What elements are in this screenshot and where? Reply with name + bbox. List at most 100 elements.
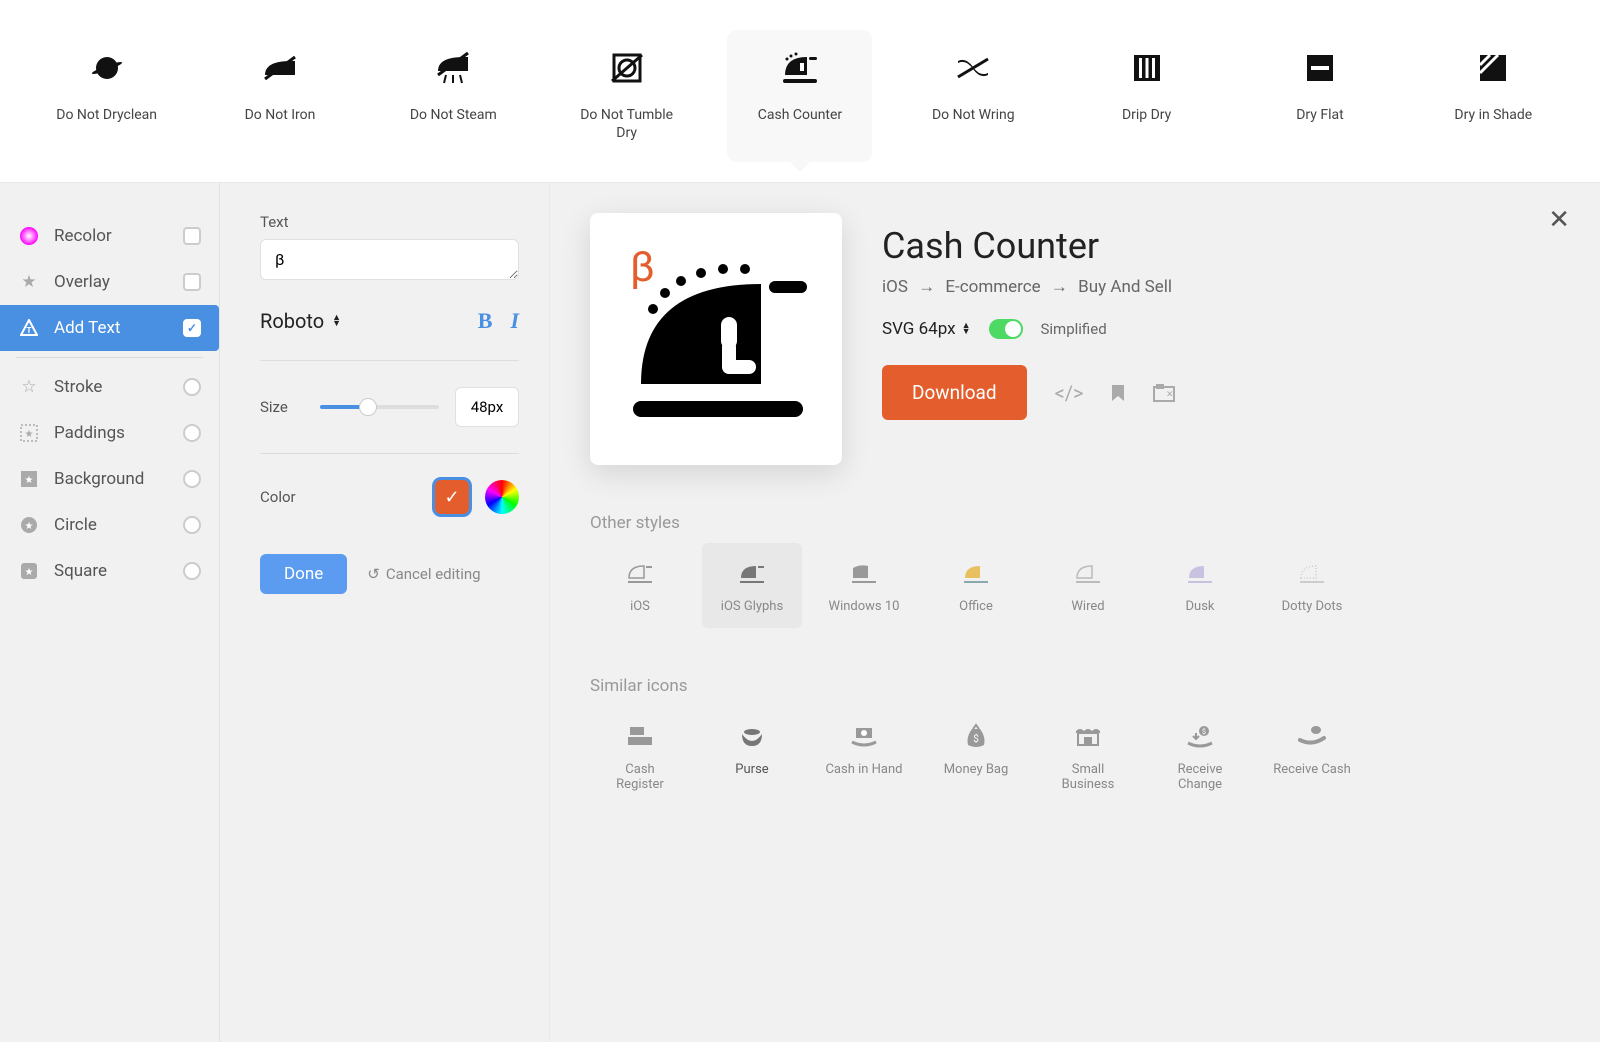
breadcrumb: iOS → E-commerce → Buy And Sell [882,277,1560,297]
select-arrows-icon: ▲▼ [332,315,341,327]
preview-overlay-text: β [630,243,655,292]
top-icon-do-not-tumble-dry[interactable]: Do Not Tumble Dry [554,30,699,162]
sidebar-item-recolor[interactable]: Recolor [0,213,219,259]
top-icon-dry-in-shade[interactable]: Dry in Shade [1421,30,1566,162]
separator [260,453,519,454]
style-label: Windows 10 [829,599,900,614]
radio[interactable] [183,562,201,580]
circle-icon: ★ [18,514,40,536]
similar-icon [850,720,878,752]
similar-small-business[interactable]: Small Business [1038,706,1138,806]
svg-text:$: $ [1202,728,1206,736]
style-ios[interactable]: iOS [590,543,690,628]
sidebar-item-label: Recolor [54,226,112,246]
top-icon-cash-counter[interactable]: Cash Counter [727,30,872,162]
bookmark-icon[interactable] [1111,384,1125,402]
style-ios-glyphs[interactable]: iOS Glyphs [702,543,802,628]
square-icon: ★ [18,560,40,582]
size-input[interactable] [455,387,519,427]
checkbox[interactable] [183,227,201,245]
sidebar-item-square[interactable]: ★ Square [0,548,219,594]
style-label: Wired [1071,599,1104,614]
checkbox[interactable] [183,273,201,291]
sidebar-item-circle[interactable]: ★ Circle [0,502,219,548]
similar-purse[interactable]: Purse [702,706,802,806]
size-slider[interactable] [320,405,439,409]
similar-label: Receive Cash [1273,762,1351,777]
overlay-text-input[interactable] [260,239,519,280]
svg-text:★: ★ [25,567,34,578]
sidebar-item-paddings[interactable]: ★ Paddings [0,410,219,456]
similar-cash-in-hand[interactable]: Cash in Hand [814,706,914,806]
cancel-label: Cancel editing [386,565,481,583]
arrow-icon: → [918,277,935,297]
top-icon-label: Do Not Tumble Dry [574,106,679,142]
icon-category-strip: Do Not Dryclean Do Not Iron Do Not Steam… [0,0,1600,162]
similar-icon [738,720,766,752]
similar-receive-cash[interactable]: Receive Cash [1262,706,1362,806]
similar-money-bag[interactable]: $ Money Bag [926,706,1026,806]
similar-icon: $ [1186,720,1214,752]
style-wired[interactable]: Wired [1038,543,1138,628]
sidebar-item-label: Paddings [54,423,125,443]
color-swatch-orange[interactable] [435,480,469,514]
style-dotty-dots[interactable]: Dotty Dots [1262,543,1362,628]
simplified-toggle[interactable] [989,319,1023,339]
radio[interactable] [183,470,201,488]
style-label: iOS Glyphs [721,599,783,614]
done-button[interactable]: Done [260,554,347,594]
sidebar-item-add-text[interactable]: T Add Text [0,305,219,351]
close-button[interactable]: ✕ [1548,205,1570,235]
other-styles-grid: iOS iOS Glyphs Windows 10 Office Wired D… [590,543,1560,628]
similar-icon: $ [964,720,988,752]
checkbox[interactable] [183,319,201,337]
italic-button[interactable]: I [510,308,519,334]
top-icon-do-not-iron[interactable]: Do Not Iron [207,30,352,162]
style-windows-10[interactable]: Windows 10 [814,543,914,628]
radio[interactable] [183,424,201,442]
style-icon [1186,557,1214,589]
text-icon: T [18,317,40,339]
bold-button[interactable]: B [478,308,493,334]
color-picker[interactable] [485,480,519,514]
style-dusk[interactable]: Dusk [1150,543,1250,628]
text-controls: Text Roboto ▲▼ B I Size Color [220,183,550,1042]
svg-text:★: ★ [25,521,34,532]
sidebar-item-overlay[interactable]: ★ Overlay [0,259,219,305]
top-icon-do-not-dryclean[interactable]: Do Not Dryclean [34,30,179,162]
icon-preview: β [590,213,842,465]
top-icon-do-not-steam[interactable]: Do Not Steam [381,30,526,162]
svg-text:✕: ✕ [1166,390,1174,400]
similar-icons-grid: Cash Register Purse Cash in Hand $ Money… [590,706,1560,806]
similar-icon [1074,720,1102,752]
radio[interactable] [183,378,201,396]
style-office[interactable]: Office [926,543,1026,628]
top-icon-label: Drip Dry [1122,106,1171,124]
delete-collection-icon[interactable]: ✕ [1153,384,1175,402]
breadcrumb-item[interactable]: iOS [882,277,908,297]
radio[interactable] [183,516,201,534]
sidebar-item-stroke[interactable]: ☆ Stroke [0,364,219,410]
similar-cash-register[interactable]: Cash Register [590,706,690,806]
download-button[interactable]: Download [882,365,1027,420]
top-icon-do-not-wring[interactable]: Do Not Wring [901,30,1046,162]
cancel-editing-link[interactable]: ↺ Cancel editing [367,565,480,583]
style-label: iOS [630,599,650,614]
similar-label: Small Business [1048,762,1128,792]
font-select[interactable]: Roboto ▲▼ [260,309,341,333]
sidebar-item-background[interactable]: ★ Background [0,456,219,502]
similar-label: Cash Register [600,762,680,792]
similar-receive-change[interactable]: $ Receive Change [1150,706,1250,806]
shade-icon [1478,50,1508,86]
breadcrumb-item[interactable]: E-commerce [945,277,1040,297]
sidebar-separator [16,357,203,358]
breadcrumb-item[interactable]: Buy And Sell [1078,277,1172,297]
top-icon-label: Do Not Steam [410,106,497,124]
slider-thumb[interactable] [359,398,377,416]
top-icon-dry-flat[interactable]: Dry Flat [1247,30,1392,162]
top-icon-drip-dry[interactable]: Drip Dry [1074,30,1219,162]
tumble-icon [610,50,644,86]
embed-html-icon[interactable]: </> [1055,381,1084,405]
format-select[interactable]: SVG 64px ▲▼ [882,319,971,339]
top-icon-label: Cash Counter [758,106,842,124]
